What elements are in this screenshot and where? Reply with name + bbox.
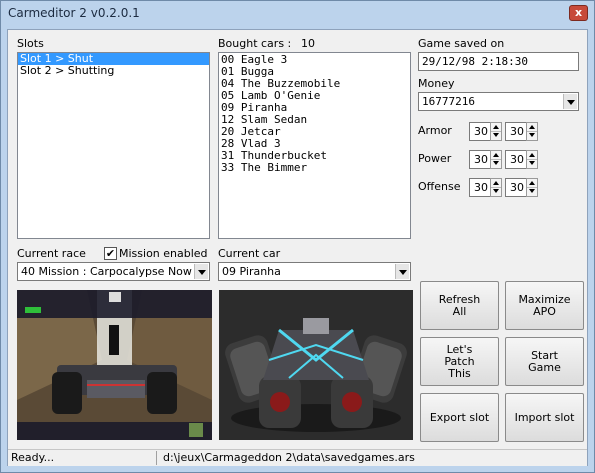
maximize-apo-label: Maximize APO bbox=[518, 292, 571, 318]
slots-label: Slots bbox=[17, 37, 44, 50]
armor-label: Armor bbox=[418, 124, 452, 137]
game-saved-label: Game saved on bbox=[418, 37, 505, 50]
money-value: 16777216 bbox=[422, 95, 475, 108]
patch-label: Let's Patch This bbox=[444, 342, 475, 380]
power-value-1[interactable]: 30 bbox=[469, 150, 491, 169]
chevron-down-icon[interactable] bbox=[194, 264, 208, 279]
spin-down-icon[interactable] bbox=[527, 131, 537, 139]
status-file-path: d:\jeux\Carmageddon 2\data\savedgames.ar… bbox=[163, 451, 415, 464]
refresh-all-button[interactable]: Refresh All bbox=[420, 281, 499, 330]
armor-value-2[interactable]: 30 bbox=[505, 122, 527, 141]
money-combo[interactable]: 16777216 bbox=[418, 92, 579, 111]
car-preview-image bbox=[219, 290, 413, 440]
status-bar: Ready... d:\jeux\Carmageddon 2\data\save… bbox=[8, 449, 587, 466]
current-race-combo[interactable]: 40 Mission : Carpocalypse Now bbox=[17, 262, 210, 281]
patch-button[interactable]: Let's Patch This bbox=[420, 337, 499, 386]
armor-value-1[interactable]: 30 bbox=[469, 122, 491, 141]
chevron-down-icon[interactable] bbox=[563, 94, 577, 109]
bought-cars-count: 10 bbox=[301, 37, 315, 50]
spin-down-icon[interactable] bbox=[527, 159, 537, 167]
current-car-value: 09 Piranha bbox=[222, 265, 281, 278]
bought-cars-list[interactable]: 00 Eagle 3 01 Bugga 04 The Buzzemobile 05 L… bbox=[218, 52, 411, 239]
spin-down-icon[interactable] bbox=[527, 187, 537, 195]
race-preview-image bbox=[17, 290, 212, 440]
current-car-label: Current car bbox=[218, 247, 281, 260]
armor-stepper-2[interactable]: 30 bbox=[505, 122, 538, 141]
power-label: Power bbox=[418, 152, 452, 165]
app-window: Carmeditor 2 v0.2.0.1 x Slots Slot 1 > S… bbox=[0, 0, 595, 473]
refresh-all-label: Refresh All bbox=[438, 292, 481, 318]
armor-stepper-1[interactable]: 30 bbox=[469, 122, 502, 141]
slot-item[interactable]: Slot 2 > Shutting bbox=[18, 65, 209, 77]
current-race-value: 40 Mission : Carpocalypse Now bbox=[21, 265, 192, 278]
bought-car-item[interactable]: 33 The Bimmer bbox=[219, 162, 410, 174]
mission-enabled-label: Mission enabled bbox=[119, 247, 208, 260]
money-label: Money bbox=[418, 77, 455, 90]
mission-enabled-checkbox[interactable]: ✔ bbox=[104, 247, 117, 260]
status-separator bbox=[156, 451, 157, 465]
power-value-2[interactable]: 30 bbox=[505, 150, 527, 169]
close-icon[interactable]: x bbox=[569, 5, 588, 21]
power-stepper-1[interactable]: 30 bbox=[469, 150, 502, 169]
client-area: Slots Slot 1 > Shut Slot 2 > Shutting Bou… bbox=[7, 29, 588, 466]
game-saved-field[interactable]: 29/12/98 2:18:30 bbox=[418, 52, 579, 71]
start-game-button[interactable]: Start Game bbox=[505, 337, 584, 386]
export-slot-label: Export slot bbox=[429, 410, 490, 424]
bought-cars-label: Bought cars : bbox=[218, 37, 292, 50]
offense-value-1[interactable]: 30 bbox=[469, 178, 491, 197]
spin-down-icon[interactable] bbox=[491, 187, 501, 195]
export-slot-button[interactable]: Export slot bbox=[420, 393, 499, 442]
offense-label: Offense bbox=[418, 180, 461, 193]
car-preview-svg bbox=[219, 290, 413, 440]
current-car-combo[interactable]: 09 Piranha bbox=[218, 262, 411, 281]
status-text: Ready... bbox=[11, 451, 55, 464]
spin-down-icon[interactable] bbox=[491, 159, 501, 167]
import-slot-label: Import slot bbox=[514, 410, 575, 424]
start-game-label: Start Game bbox=[528, 348, 561, 374]
maximize-apo-button[interactable]: Maximize APO bbox=[505, 281, 584, 330]
chevron-down-icon[interactable] bbox=[395, 264, 409, 279]
offense-value-2[interactable]: 30 bbox=[505, 178, 527, 197]
window-title: Carmeditor 2 v0.2.0.1 bbox=[8, 6, 140, 20]
current-race-label: Current race bbox=[17, 247, 86, 260]
race-preview-svg bbox=[17, 290, 212, 440]
power-stepper-2[interactable]: 30 bbox=[505, 150, 538, 169]
spin-down-icon[interactable] bbox=[491, 131, 501, 139]
slots-list[interactable]: Slot 1 > Shut Slot 2 > Shutting bbox=[17, 52, 210, 239]
import-slot-button[interactable]: Import slot bbox=[505, 393, 584, 442]
offense-stepper-2[interactable]: 30 bbox=[505, 178, 538, 197]
offense-stepper-1[interactable]: 30 bbox=[469, 178, 502, 197]
title-bar[interactable]: Carmeditor 2 v0.2.0.1 x bbox=[1, 1, 594, 26]
